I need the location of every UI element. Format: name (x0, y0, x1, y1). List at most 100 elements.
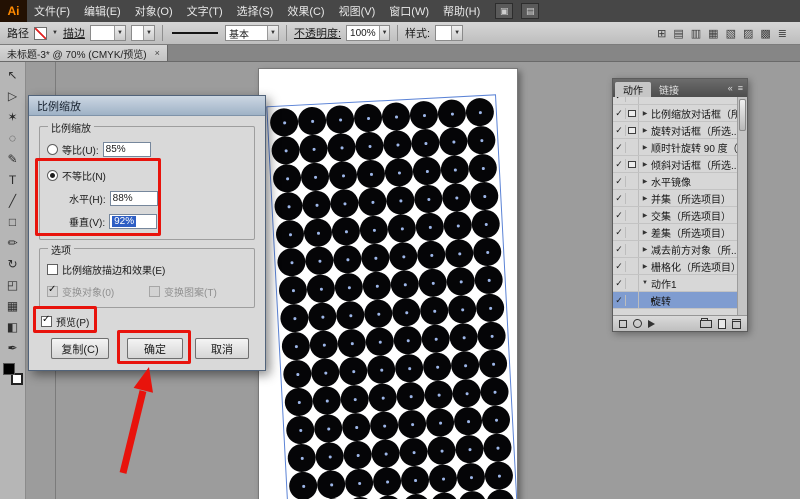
action-row-1[interactable]: ✓▶比例缩放对话框（所... (613, 105, 737, 122)
ok-button[interactable]: 确定 (127, 338, 183, 359)
shape-mode-icon[interactable]: ▧ (726, 27, 736, 40)
brush-definition-dropdown[interactable]: 基本 ▼ (225, 25, 279, 41)
dialog-toggle-empty[interactable] (626, 292, 639, 308)
item-check-icon[interactable]: ✓ (613, 210, 626, 221)
dialog-toggle-empty[interactable] (626, 207, 639, 223)
rectangle-tool[interactable]: □ (3, 212, 23, 231)
expand-triangle-icon[interactable]: ▶ (639, 161, 651, 168)
item-check-icon[interactable]: ✓ (613, 176, 626, 187)
action-row-7[interactable]: ✓▶交集（所选项目） (613, 207, 737, 224)
action-row-10[interactable]: ✓▶栅格化（所选项目） (613, 258, 737, 275)
menu-item-5[interactable]: 效果(C) (280, 0, 331, 22)
recolor-artwork-icon[interactable]: ▩ (760, 27, 770, 40)
chevron-down-icon[interactable]: ▼ (114, 26, 125, 40)
item-check-icon[interactable]: ✓ (613, 278, 626, 289)
dialog-title[interactable]: 比例缩放 (29, 96, 265, 116)
action-row-4[interactable]: ✓▶倾斜对话框（所选... (613, 156, 737, 173)
new-action-icon[interactable] (718, 319, 726, 329)
pathfinder-icon[interactable]: ▦ (708, 27, 718, 40)
fill-color-swatch[interactable] (34, 27, 47, 40)
action-row-6[interactable]: ✓▶并集（所选项目） (613, 190, 737, 207)
item-check-icon[interactable]: ✓ (613, 227, 626, 238)
action-row-11[interactable]: ✓▼动作1 (613, 275, 737, 292)
type-tool[interactable]: T (3, 170, 23, 189)
menu-item-6[interactable]: 视图(V) (332, 0, 383, 22)
expand-triangle-icon[interactable]: ▶ (639, 212, 651, 219)
dialog-toggle-icon[interactable] (626, 122, 639, 138)
nonuniform-radio[interactable] (47, 170, 58, 181)
menu-item-2[interactable]: 对象(O) (128, 0, 180, 22)
lasso-tool[interactable]: ◌ (3, 128, 23, 147)
dialog-toggle-empty[interactable] (626, 173, 639, 189)
begin-recording-icon[interactable] (633, 319, 642, 328)
workspace-switcher-icon[interactable]: ▤ (521, 3, 539, 19)
panel-menu-icon[interactable]: ≡ (738, 83, 743, 93)
scrollbar-thumb[interactable] (739, 99, 746, 131)
arrange-documents-icon[interactable]: ▣ (495, 3, 513, 19)
selection-tool[interactable]: ↖ (3, 65, 23, 84)
rotate-tool[interactable]: ↻ (3, 254, 23, 273)
chevron-down-icon[interactable]: ▼ (143, 26, 154, 40)
gradient-tool[interactable]: ◧ (3, 317, 23, 336)
chevron-down-icon[interactable]: ▼ (267, 26, 278, 40)
isolate-mode-icon[interactable]: ▨ (743, 27, 753, 40)
eyedropper-tool[interactable]: ✒ (3, 338, 23, 357)
uniform-radio[interactable] (47, 144, 58, 155)
menu-item-8[interactable]: 帮助(H) (436, 0, 487, 22)
expand-triangle-icon[interactable]: ▶ (639, 178, 651, 185)
vertical-scale-input[interactable]: 92% (109, 214, 157, 229)
circle-pattern[interactable] (269, 97, 516, 499)
chevron-down-icon[interactable]: ▼ (451, 26, 462, 40)
expand-triangle-icon[interactable]: ▶ (639, 297, 651, 304)
dialog-toggle-empty[interactable] (626, 139, 639, 155)
direct-selection-tool[interactable]: ▷ (3, 86, 23, 105)
dialog-toggle-icon[interactable] (626, 156, 639, 172)
menu-item-1[interactable]: 编辑(E) (77, 0, 128, 22)
close-icon[interactable]: × (155, 48, 160, 58)
scale-strokes-checkbox[interactable] (47, 264, 58, 275)
item-check-icon[interactable]: ✓ (613, 97, 626, 102)
transform-icon[interactable]: ⊞ (657, 27, 666, 40)
chevron-down-icon[interactable]: ▼ (379, 26, 390, 40)
dialog-toggle-empty[interactable] (626, 97, 639, 104)
item-check-icon[interactable]: ✓ (613, 261, 626, 272)
expand-triangle-icon[interactable]: ▶ (639, 127, 651, 134)
dialog-toggle-empty[interactable] (626, 190, 639, 206)
action-row-8[interactable]: ✓▶差集（所选项目） (613, 224, 737, 241)
menu-item-7[interactable]: 窗口(W) (382, 0, 436, 22)
action-row-3[interactable]: ✓▶顺时针旋转 90 度（... (613, 139, 737, 156)
line-tool[interactable]: ╱ (3, 191, 23, 210)
collapse-panel-icon[interactable]: « (728, 83, 733, 93)
action-row-5[interactable]: ✓▶水平镜像 (613, 173, 737, 190)
item-check-icon[interactable]: ✓ (613, 159, 626, 170)
expand-triangle-icon[interactable]: ▶ (639, 144, 651, 151)
expand-triangle-icon[interactable]: ▼ (639, 280, 651, 286)
menu-item-4[interactable]: 选择(S) (230, 0, 281, 22)
uniform-scale-input[interactable]: 85% (103, 142, 151, 157)
style-dropdown[interactable]: ▼ (435, 25, 463, 41)
item-check-icon[interactable]: ✓ (613, 193, 626, 204)
action-row-2[interactable]: ✓▶旋转对话框（所选... (613, 122, 737, 139)
dialog-toggle-icon[interactable] (626, 105, 639, 121)
tab-actions[interactable]: 动作 (615, 82, 651, 97)
fill-color-swatch[interactable] (3, 363, 15, 375)
tab-links[interactable]: 链接 (651, 82, 687, 97)
variable-width-dropdown[interactable]: ▼ (131, 25, 155, 41)
action-row-0[interactable]: ✓ (613, 97, 737, 105)
menu-item-0[interactable]: 文件(F) (27, 0, 77, 22)
expand-triangle-icon[interactable]: ▶ (639, 195, 651, 202)
cancel-button[interactable]: 取消 (195, 338, 249, 359)
menu-item-3[interactable]: 文字(T) (180, 0, 230, 22)
align-icon[interactable]: ▤ (673, 27, 683, 40)
expand-triangle-icon[interactable]: ▶ (639, 263, 651, 270)
horizontal-scale-input[interactable]: 88% (110, 191, 158, 206)
control-panel-menu-icon[interactable]: ≣ (778, 27, 787, 40)
copy-button[interactable]: 复制(C) (51, 338, 109, 359)
dialog-toggle-empty[interactable] (626, 258, 639, 274)
color-swatches[interactable] (3, 363, 23, 385)
dialog-toggle-empty[interactable] (626, 241, 639, 257)
play-action-icon[interactable] (648, 320, 655, 328)
dialog-toggle-empty[interactable] (626, 275, 639, 291)
dialog-toggle-empty[interactable] (626, 224, 639, 240)
fill-dropdown-arrow-icon[interactable]: ▼ (52, 30, 58, 36)
